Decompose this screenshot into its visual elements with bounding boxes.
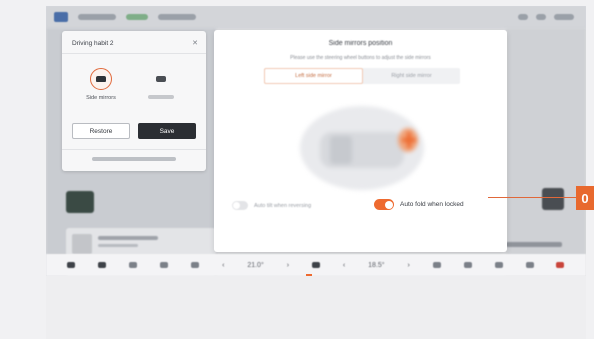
track-artist [98,244,138,247]
save-button[interactable]: Save [138,123,196,139]
signal-icon [536,14,546,20]
auto-tilt-label: Auto tilt when reversing [254,202,312,209]
temperature-left: 21.0° [247,261,264,269]
screen-bezel-bottom [46,276,586,339]
habit-panel-title: Driving habit 2 [72,40,114,47]
connectivity-icon [126,14,148,20]
status-bar [46,6,586,28]
mirror-panel-title: Side mirrors position [328,40,393,47]
temp-left-up-icon[interactable]: › [287,262,289,269]
tab-right-side-mirror[interactable]: Right side mirror [363,68,460,84]
page: Driving habit 2 ✕ Side mirrors Restore S… [0,0,594,339]
status-info-2 [158,14,196,20]
hazard-icon[interactable] [556,262,565,268]
driving-habit-panel: Driving habit 2 ✕ Side mirrors Restore S… [62,31,206,171]
status-info [78,14,116,20]
temp-right-down-icon[interactable]: ‹ [343,262,345,269]
side-mirrors-panel: Side mirrors position Please use the ste… [214,30,507,252]
vehicle-icon[interactable] [98,262,107,268]
divider [62,149,206,150]
temperature-right: 18.5° [368,261,385,269]
save-as-profile-link[interactable] [92,157,176,161]
profile-icon[interactable] [54,12,68,22]
album-art [72,234,92,254]
temp-right-up-icon[interactable]: › [408,262,410,269]
status-text [554,14,574,20]
status-right [518,14,574,20]
car-icon[interactable] [67,262,76,268]
callout-line [488,197,576,199]
close-icon[interactable]: ✕ [192,39,198,47]
background-right-area [506,28,586,276]
music-icon[interactable] [494,262,503,268]
auto-fold-label: Auto fold when locked [400,201,464,208]
background-right-widget [542,188,564,210]
background-widget [66,191,94,213]
divider [62,53,206,54]
fan-icon[interactable] [160,262,169,268]
callout-badge: 0 [576,186,594,210]
bluetooth-icon [518,14,528,20]
background-right-text [506,242,562,247]
car-icon [96,76,106,82]
car-display-screen: Driving habit 2 ✕ Side mirrors Restore S… [46,6,586,276]
seat-option-label [148,95,174,99]
wiper-icon[interactable] [432,262,441,268]
bottom-dock: ‹ 21.0° › ‹ 18.5° › [46,254,586,276]
mirror-panel-subtitle: Please use the steering wheel buttons to… [290,55,431,61]
tab-left-side-mirror[interactable]: Left side mirror [264,68,363,84]
auto-tilt-toggle[interactable] [232,201,248,210]
defrost-icon[interactable] [463,262,472,268]
temp-left-down-icon[interactable]: ‹ [222,262,224,269]
phone-icon[interactable] [191,262,200,268]
side-mirrors-option[interactable] [90,68,112,90]
auto-fold-setting: Auto fold when locked [374,199,464,210]
seat-option[interactable] [150,68,172,90]
mirror-tabs: Left side mirror Right side mirror [264,68,460,84]
car-top-view-illustration [300,106,424,190]
auto-fold-toggle[interactable] [374,199,394,210]
auto-tilt-setting: Auto tilt when reversing [232,201,311,210]
track-title [98,236,158,240]
side-mirrors-option-label: Side mirrors [86,95,116,101]
restore-button[interactable]: Restore [72,123,130,139]
seat-icon [156,76,166,82]
grid-icon[interactable] [525,262,534,268]
apps-icon[interactable] [129,262,138,268]
seat-heat-icon[interactable] [311,262,320,268]
